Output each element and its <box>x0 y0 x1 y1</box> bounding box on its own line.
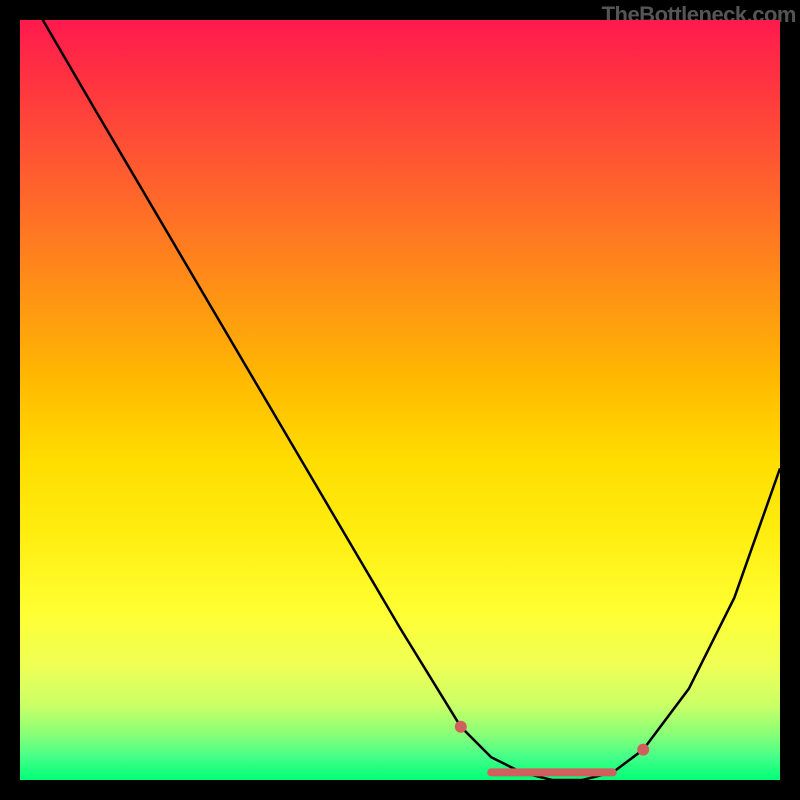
optimal-range-start-dot <box>455 721 467 733</box>
chart-container: TheBottleneck.com <box>0 0 800 800</box>
bottleneck-curve <box>43 20 780 780</box>
plot-area <box>20 20 780 780</box>
chart-svg <box>20 20 780 780</box>
optimal-range-end-dot <box>637 744 649 756</box>
